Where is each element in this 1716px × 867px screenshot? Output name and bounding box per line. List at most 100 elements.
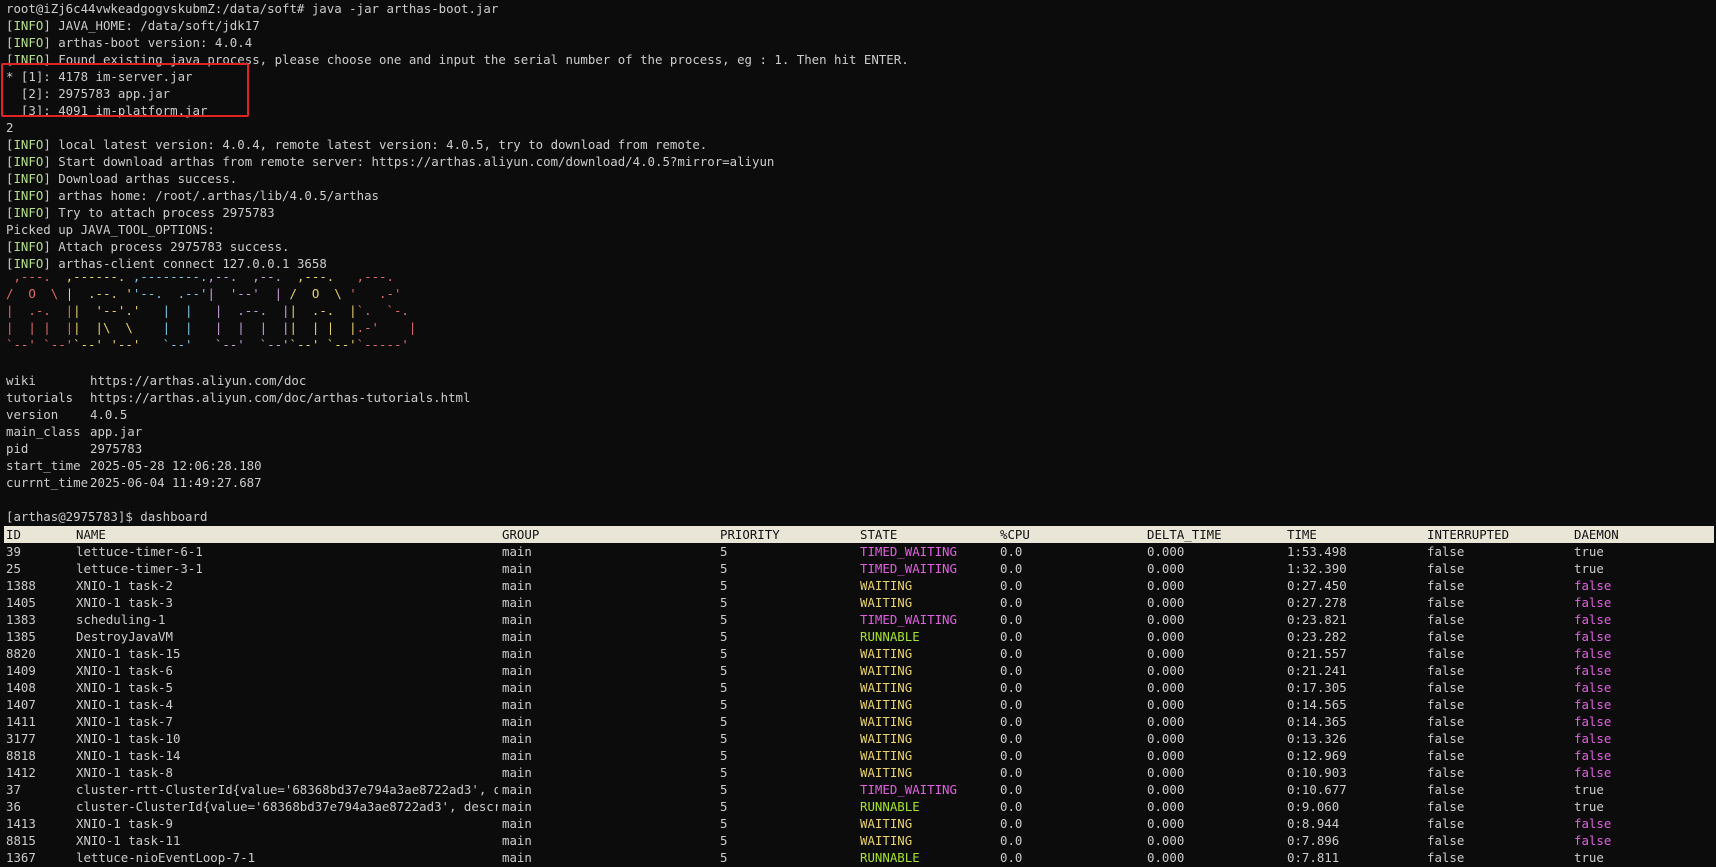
- log-line: [INFO] Attach process 2975783 success.: [6, 239, 290, 254]
- table-cell-name: lettuce-timer-6-1: [76, 544, 203, 559]
- table-cell-id: 1383: [6, 612, 36, 627]
- table-cell-interrupted: false: [1427, 697, 1465, 712]
- table-cell-state: WAITING: [860, 714, 913, 729]
- table-cell-time: 0:27.278: [1287, 595, 1347, 610]
- table-cell-name: lettuce-nioEventLoop-7-1: [76, 850, 256, 865]
- table-cell-time: 0:9.060: [1287, 799, 1340, 814]
- table-cell-daemon: false: [1574, 663, 1612, 678]
- table-cell-group: main: [502, 629, 532, 644]
- table-cell-daemon: false: [1574, 697, 1612, 712]
- table-cell-id: 1385: [6, 629, 36, 644]
- table-cell-time: 0:7.896: [1287, 833, 1340, 848]
- banner-segment: ,--. ,--.: [207, 269, 283, 284]
- table-cell-daemon: false: [1574, 646, 1612, 661]
- table-cell-id: 36: [6, 799, 21, 814]
- table-cell-state: WAITING: [860, 765, 913, 780]
- table-cell-daemon: false: [1574, 816, 1612, 831]
- column-header: NAME: [76, 527, 106, 542]
- table-cell-interrupted: false: [1427, 680, 1465, 695]
- banner-segment: `--' '--': [73, 337, 141, 352]
- table-cell-interrupted: false: [1427, 748, 1465, 763]
- table-cell-state: TIMED_WAITING: [860, 612, 957, 627]
- banner-segment: | .--. ': [65, 286, 133, 301]
- table-row: 1409 XNIO-1 task-6 main 5 WAITING 0.0 0.000 0:2…: [0, 662, 1716, 679]
- table-cell-daemon: false: [1574, 612, 1612, 627]
- table-cell-delta-time: 0.000: [1147, 748, 1185, 763]
- table-cell-group: main: [502, 816, 532, 831]
- table-cell-state: WAITING: [860, 646, 913, 661]
- session-info-row: version 4.0.5: [6, 406, 127, 423]
- banner-segment: ,--------.: [132, 269, 208, 284]
- banner-segment: / O \: [6, 286, 66, 301]
- table-row: 37 cluster-rtt-ClusterId{value='68368bd37…: [0, 781, 1716, 798]
- table-cell-name: XNIO-1 task-3: [76, 595, 173, 610]
- table-cell-state: WAITING: [860, 833, 913, 848]
- table-cell-daemon: false: [1574, 714, 1612, 729]
- picked-up-line: Picked up JAVA_TOOL_OPTIONS:: [6, 222, 215, 237]
- log-line: [INFO] Try to attach process 2975783: [6, 205, 275, 220]
- table-cell-interrupted: false: [1427, 731, 1465, 746]
- table-cell-name: XNIO-1 task-7: [76, 714, 173, 729]
- table-cell-pct-cpu: 0.0: [1000, 833, 1023, 848]
- log-line: [INFO] Download arthas success.: [6, 171, 238, 186]
- table-cell-id: 8818: [6, 748, 36, 763]
- table-cell-name: XNIO-1 task-15: [76, 646, 181, 661]
- table-cell-id: 1409: [6, 663, 36, 678]
- thread-table-header: ID NAME GROUP PRIORITY STATE %CPU DELTA_TIME TI…: [4, 526, 1714, 543]
- table-cell-delta-time: 0.000: [1147, 544, 1185, 559]
- table-row: 1388 XNIO-1 task-2 main 5 WAITING 0.0 0.000 0:2…: [0, 577, 1716, 594]
- banner-line: | | | || |\ \ | | | | | || | | |.-' |: [6, 319, 416, 336]
- table-cell-pct-cpu: 0.0: [1000, 765, 1023, 780]
- table-cell-name: XNIO-1 task-10: [76, 731, 181, 746]
- table-cell-name: XNIO-1 task-14: [76, 748, 181, 763]
- info-value: 4.0.5: [90, 407, 128, 422]
- table-cell-state: WAITING: [860, 816, 913, 831]
- table-cell-name: XNIO-1 task-6: [76, 663, 173, 678]
- arthas-prompt: [arthas@2975783]$ dashboard: [6, 509, 208, 524]
- table-cell-pct-cpu: 0.0: [1000, 816, 1023, 831]
- table-cell-priority: 5: [720, 561, 728, 576]
- table-cell-time: 0:23.282: [1287, 629, 1347, 644]
- banner-segment: ' .-': [349, 286, 409, 301]
- log-line: [INFO] arthas home: /root/.arthas/lib/4.…: [6, 188, 380, 203]
- table-row: 1412 XNIO-1 task-8 main 5 WAITING 0.0 0.000 0:1…: [0, 764, 1716, 781]
- table-cell-interrupted: false: [1427, 544, 1465, 559]
- table-cell-pct-cpu: 0.0: [1000, 680, 1023, 695]
- banner-segment: | |\ \: [73, 320, 141, 335]
- table-cell-name: scheduling-1: [76, 612, 166, 627]
- table-cell-group: main: [502, 731, 532, 746]
- table-row: 1367 lettuce-nioEventLoop-7-1 main 5 RUNNABL…: [0, 849, 1716, 866]
- table-cell-time: 0:21.557: [1287, 646, 1347, 661]
- column-header: PRIORITY: [720, 527, 780, 542]
- table-cell-state: TIMED_WAITING: [860, 561, 957, 576]
- table-cell-time: 0:13.326: [1287, 731, 1347, 746]
- table-cell-id: 1388: [6, 578, 36, 593]
- table-row: 1407 XNIO-1 task-4 main 5 WAITING 0.0 0.000 0:1…: [0, 696, 1716, 713]
- table-cell-interrupted: false: [1427, 561, 1465, 576]
- table-cell-time: 0:7.811: [1287, 850, 1340, 865]
- table-cell-priority: 5: [720, 680, 728, 695]
- table-row: 1411 XNIO-1 task-7 main 5 WAITING 0.0 0.000 0:1…: [0, 713, 1716, 730]
- table-cell-id: 1408: [6, 680, 36, 695]
- table-cell-delta-time: 0.000: [1147, 629, 1185, 644]
- table-cell-priority: 5: [720, 782, 728, 797]
- table-cell-delta-time: 0.000: [1147, 833, 1185, 848]
- banner-segment: | .-. |: [289, 303, 357, 318]
- table-cell-state: WAITING: [860, 595, 913, 610]
- banner-segment: '--. .--': [132, 286, 208, 301]
- table-cell-group: main: [502, 748, 532, 763]
- table-cell-pct-cpu: 0.0: [1000, 612, 1023, 627]
- table-cell-group: main: [502, 799, 532, 814]
- table-cell-priority: 5: [720, 646, 728, 661]
- table-cell-state: WAITING: [860, 697, 913, 712]
- column-header: INTERRUPTED: [1427, 527, 1510, 542]
- terminal-window[interactable]: root@iZj6c44vwkeadgogvskubmZ:/data/soft#…: [0, 0, 1716, 867]
- table-cell-name: XNIO-1 task-11: [76, 833, 181, 848]
- table-cell-state: WAITING: [860, 663, 913, 678]
- table-cell-group: main: [502, 612, 532, 627]
- table-row: 3177 XNIO-1 task-10 main 5 WAITING 0.0 0.000 0:…: [0, 730, 1716, 747]
- table-cell-pct-cpu: 0.0: [1000, 731, 1023, 746]
- table-cell-daemon: false: [1574, 680, 1612, 695]
- banner-segment: `. `-.: [356, 303, 417, 318]
- table-cell-delta-time: 0.000: [1147, 578, 1185, 593]
